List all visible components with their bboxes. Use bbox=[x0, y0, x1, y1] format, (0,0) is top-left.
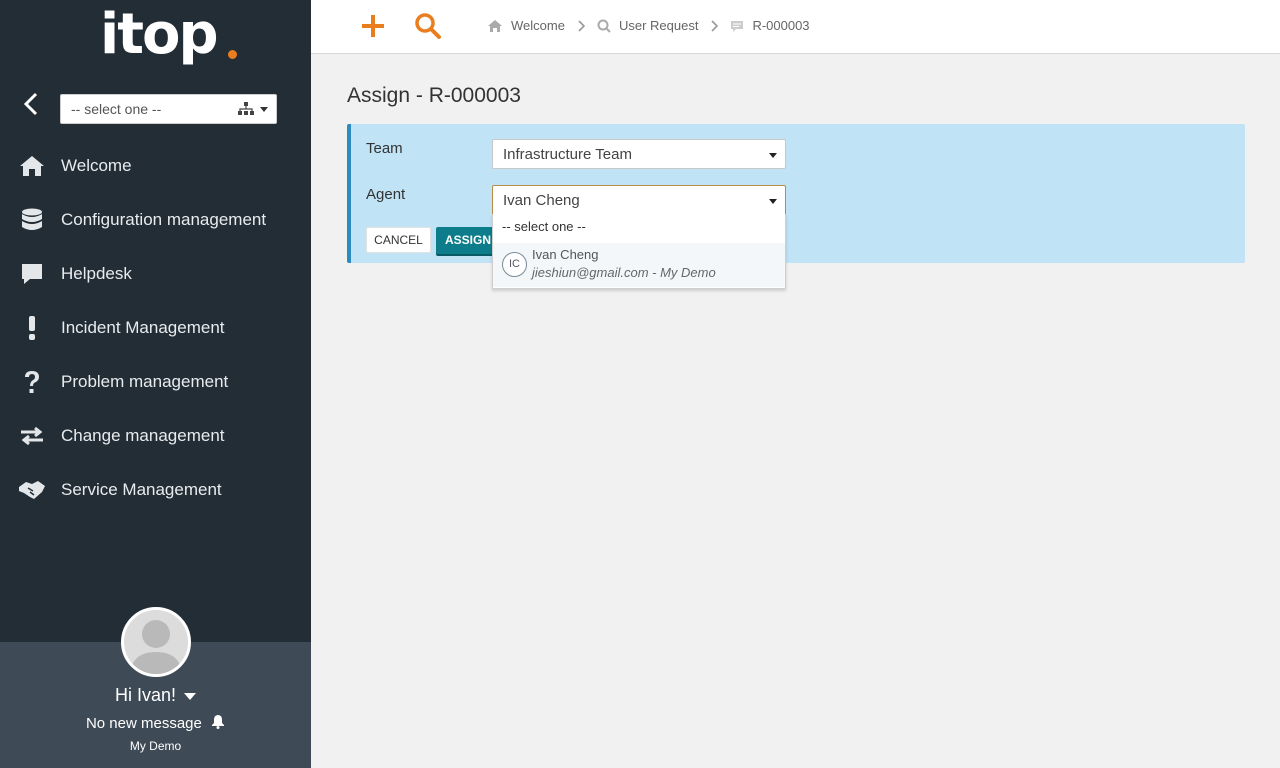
user-organization: My Demo bbox=[129, 739, 182, 753]
avatar: IC bbox=[502, 252, 527, 277]
menu-item-incident-management[interactable]: Incident Management bbox=[0, 301, 311, 355]
option-name: Ivan Cheng bbox=[532, 247, 599, 262]
chevron-left-icon bbox=[23, 92, 38, 116]
page-title: Assign - R-000003 bbox=[347, 84, 521, 107]
team-label: Team bbox=[366, 140, 403, 157]
database-icon bbox=[18, 206, 46, 234]
dropdown-option-empty[interactable]: -- select one -- bbox=[502, 219, 586, 234]
user-silhouette-icon bbox=[130, 620, 182, 674]
team-select[interactable]: Infrastructure Team bbox=[492, 139, 786, 169]
organization-select-value: -- select one -- bbox=[71, 101, 162, 117]
home-icon bbox=[18, 152, 46, 180]
menu-item-label: Helpdesk bbox=[61, 264, 132, 283]
exclamation-icon bbox=[18, 314, 46, 342]
chevron-down-icon bbox=[260, 107, 268, 112]
breadcrumb-item-user-request[interactable]: User Request bbox=[597, 18, 698, 33]
menu-item-label: Service Management bbox=[61, 480, 222, 499]
option-detail: jieshiun@gmail.com - My Demo bbox=[532, 265, 716, 280]
chevron-right-icon bbox=[711, 19, 719, 32]
team-select-value: Infrastructure Team bbox=[503, 146, 632, 163]
agent-label: Agent bbox=[366, 186, 406, 203]
search-icon bbox=[597, 19, 611, 33]
menu-item-problem-management[interactable]: Problem management bbox=[0, 355, 311, 409]
new-object-button[interactable] bbox=[360, 12, 386, 40]
cancel-button[interactable]: CANCEL bbox=[366, 227, 431, 253]
notifications[interactable]: No new message bbox=[0, 714, 311, 732]
menu-item-welcome[interactable]: Welcome bbox=[0, 139, 311, 193]
global-search-button[interactable] bbox=[414, 12, 442, 40]
menu-item-label: Welcome bbox=[61, 156, 132, 175]
breadcrumb-item-welcome[interactable]: Welcome bbox=[487, 18, 565, 33]
sitemap-icon bbox=[238, 102, 254, 115]
user-greeting-text: Hi Ivan! bbox=[114, 685, 177, 705]
chevron-down-icon bbox=[769, 199, 777, 204]
breadcrumb-label: R-000003 bbox=[752, 18, 810, 33]
agent-select[interactable]: Ivan Cheng bbox=[492, 185, 786, 215]
comment-icon bbox=[18, 260, 46, 288]
search-icon bbox=[415, 13, 441, 39]
breadcrumb-label: Welcome bbox=[511, 18, 565, 33]
agent-dropdown-list: -- select one -- IC Ivan Cheng jieshiun@… bbox=[492, 214, 786, 289]
organization-select[interactable]: -- select one -- bbox=[60, 94, 277, 124]
agent-select-value: Ivan Cheng bbox=[503, 192, 580, 209]
chevron-right-icon bbox=[578, 19, 585, 32]
question-icon bbox=[18, 368, 46, 396]
notifications-text: No new message bbox=[85, 715, 202, 732]
menu-item-label: Problem management bbox=[61, 372, 229, 391]
exchange-icon bbox=[18, 422, 46, 450]
collapse-sidebar-button[interactable] bbox=[20, 90, 44, 118]
menu-item-label: Configuration management bbox=[61, 210, 267, 229]
sidebar: itop -- select one -- Welcome Configurat… bbox=[0, 0, 311, 768]
bell-icon bbox=[212, 715, 225, 729]
handshake-icon bbox=[18, 476, 46, 504]
menu-item-service-management[interactable]: Service Management bbox=[0, 463, 311, 517]
chevron-down-icon bbox=[769, 153, 777, 158]
menu-item-configuration-management[interactable]: Configuration management bbox=[0, 193, 311, 247]
breadcrumb: Welcome User Request R-000003 bbox=[487, 18, 810, 33]
assign-button[interactable]: ASSIGN bbox=[436, 227, 496, 254]
menu-item-label: Change management bbox=[61, 426, 225, 445]
user-greeting[interactable]: Hi Ivan! bbox=[0, 685, 311, 706]
dropdown-option-ivan-cheng[interactable]: IC Ivan Cheng jieshiun@gmail.com - My De… bbox=[493, 243, 785, 287]
chevron-down-icon bbox=[184, 692, 197, 700]
home-icon bbox=[488, 19, 502, 32]
top-bar: Welcome User Request R-000003 bbox=[311, 0, 1280, 54]
comment-icon bbox=[731, 20, 744, 32]
plus-icon bbox=[362, 15, 384, 37]
menu-item-label: Incident Management bbox=[61, 318, 225, 337]
menu-item-helpdesk[interactable]: Helpdesk bbox=[0, 247, 311, 301]
itop-logo[interactable]: itop bbox=[100, 2, 240, 80]
logo-dot bbox=[228, 50, 237, 59]
breadcrumb-item-current[interactable]: R-000003 bbox=[730, 18, 810, 33]
breadcrumb-label: User Request bbox=[618, 18, 699, 33]
logo-text: itop bbox=[100, 2, 219, 67]
main-menu: Welcome Configuration management Helpdes… bbox=[0, 139, 311, 517]
menu-item-change-management[interactable]: Change management bbox=[0, 409, 311, 463]
avatar[interactable] bbox=[121, 607, 191, 677]
